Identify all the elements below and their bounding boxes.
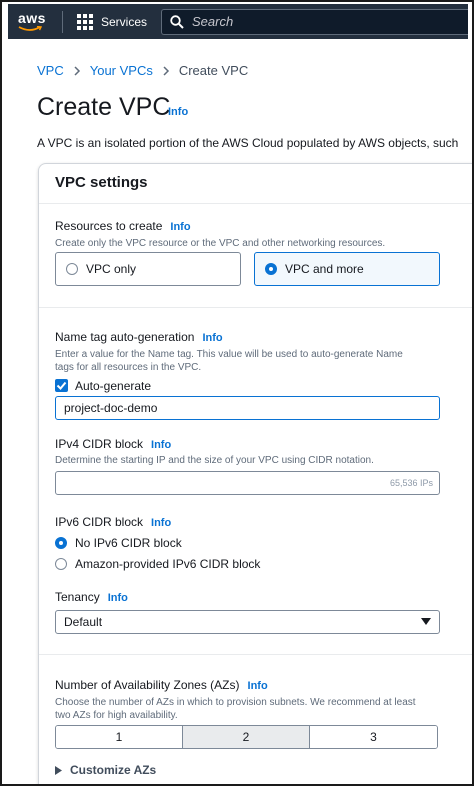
radio-selected-icon [265, 263, 277, 275]
tenancy-info-link[interactable]: Info [108, 592, 128, 604]
ipv6-label: IPv6 CIDR block Info [55, 515, 172, 529]
resources-label: Resources to create Info [55, 219, 191, 233]
azs-info-link[interactable]: Info [248, 680, 268, 692]
customize-azs-label: Customize AZs [70, 763, 157, 777]
azs-segmented-control: 1 2 3 [55, 725, 438, 749]
no-ipv6-option[interactable]: No IPv6 CIDR block [55, 536, 182, 550]
ipv4-label: IPv4 CIDR block Info [55, 437, 172, 451]
caret-down-icon [421, 618, 431, 626]
page-info-link[interactable]: Info [168, 106, 188, 118]
name-tag-value: project-doc-demo [64, 401, 158, 415]
no-ipv6-label: No IPv6 CIDR block [75, 536, 182, 550]
az-option-1[interactable]: 1 [56, 726, 183, 748]
radio-icon [55, 558, 67, 570]
vpc-only-label: VPC only [86, 262, 137, 276]
auto-generate-checkbox[interactable] [55, 379, 68, 392]
radio-selected-icon [55, 537, 67, 549]
section-divider [39, 307, 472, 308]
services-label: Services [101, 14, 148, 29]
az-option-2[interactable]: 2 [183, 726, 310, 748]
chevron-right-icon [162, 65, 170, 76]
aws-logo-text: aws [18, 10, 46, 26]
breadcrumb-vpc-link[interactable]: VPC [37, 63, 64, 78]
radio-icon [66, 263, 78, 275]
breadcrumb-your-vpcs-link[interactable]: Your VPCs [90, 63, 153, 78]
resources-info-link[interactable]: Info [170, 221, 190, 233]
tenancy-select[interactable]: Default [55, 610, 440, 634]
section-divider [39, 654, 472, 655]
name-tag-label: Name tag auto-generation Info [55, 330, 223, 344]
page-description: A VPC is an isolated portion of the AWS … [37, 136, 459, 150]
search-placeholder: Search [192, 14, 234, 29]
auto-generate-label: Auto-generate [75, 379, 152, 393]
breadcrumb-current: Create VPC [178, 63, 249, 78]
ipv4-hint: Determine the starting IP and the size o… [55, 455, 374, 466]
nav-divider [62, 10, 63, 33]
ipv6-info-link[interactable]: Info [151, 517, 171, 529]
resources-hint: Create only the VPC resource or the VPC … [55, 238, 386, 249]
vpc-only-option[interactable]: VPC only [55, 252, 241, 286]
name-tag-hint: Enter a value for the Name tag. This val… [55, 349, 403, 373]
aws-logo[interactable]: aws [8, 4, 52, 39]
services-menu-button[interactable]: Services [77, 13, 148, 30]
search-icon [170, 14, 184, 29]
checkmark-icon [56, 381, 67, 390]
ipv4-cidr-input[interactable]: 65,536 IPs [55, 471, 440, 495]
name-tag-info-link[interactable]: Info [202, 332, 222, 344]
vpc-settings-panel: VPC settings Resources to create Info Cre… [38, 163, 472, 784]
vpc-and-more-label: VPC and more [285, 262, 364, 276]
name-tag-input[interactable]: project-doc-demo [55, 396, 440, 420]
customize-azs-expander[interactable]: Customize AZs [55, 763, 156, 777]
grid-menu-icon [77, 13, 93, 30]
tenancy-value: Default [64, 615, 103, 629]
ipv4-info-link[interactable]: Info [151, 439, 171, 451]
page-title: Create VPC [37, 93, 171, 121]
az-option-3[interactable]: 3 [310, 726, 437, 748]
panel-header: VPC settings [39, 164, 472, 204]
top-nav-bar: aws Services Search [8, 4, 468, 39]
chevron-right-icon [73, 65, 81, 76]
ipv4-size-suffix: 65,536 IPs [389, 478, 433, 488]
amazon-ipv6-option[interactable]: Amazon-provided IPv6 CIDR block [55, 557, 260, 571]
amazon-ipv6-label: Amazon-provided IPv6 CIDR block [75, 557, 261, 571]
tenancy-label: Tenancy Info [55, 590, 128, 604]
caret-right-icon [55, 765, 62, 775]
breadcrumb: VPC Your VPCs Create VPC [37, 63, 248, 78]
vpc-and-more-option[interactable]: VPC and more [254, 252, 440, 286]
browser-frame: aws Services Search VPC Your VPCs Create… [0, 0, 474, 786]
search-input[interactable]: Search [161, 8, 468, 35]
aws-smile-icon [18, 26, 42, 31]
azs-hint: Choose the number of AZs in which to pro… [55, 697, 416, 721]
azs-label: Number of Availability Zones (AZs) Info [55, 678, 268, 692]
